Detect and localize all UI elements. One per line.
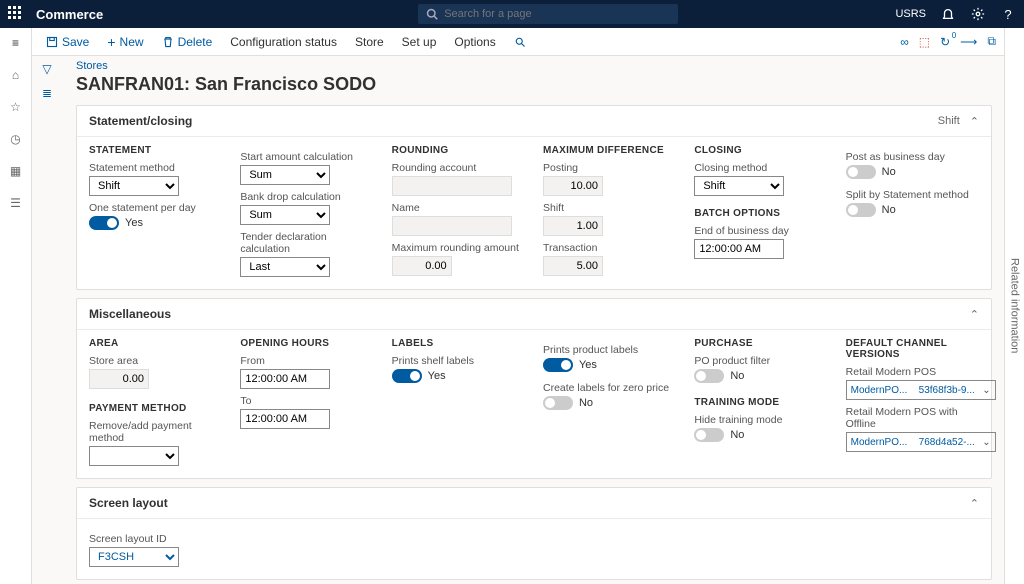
app-launcher-icon[interactable] [8,6,24,22]
delete-button[interactable]: Delete [154,32,221,52]
panel-statement: Statement/closing Shift STATEMENT Statem… [76,105,992,290]
posting-input[interactable] [543,176,603,196]
payment-method-select[interactable] [89,446,179,466]
start-calc-select[interactable]: Sum [240,165,330,185]
office-icon[interactable]: ⬚ [919,35,930,49]
max-rounding-input[interactable] [392,256,452,276]
closing-method-select[interactable]: Shift [694,176,784,196]
refresh-icon[interactable]: ↻0 [940,35,950,49]
burger-icon[interactable]: ≡ [12,36,19,50]
version-pos-offline-picker[interactable]: ModernPO...768d4a52-...⌄ [846,432,996,452]
search-icon [426,8,438,20]
page-title: SANFRAN01: San Francisco SODO [76,74,992,95]
command-bar: Save +New Delete Configuration status St… [0,28,1024,56]
chevron-up-icon [970,496,979,510]
save-button[interactable]: Save [38,32,97,52]
store-area-input[interactable] [89,369,149,389]
rounding-name [392,216,512,236]
po-filter-toggle[interactable]: No [694,369,827,383]
filter-bar: ▽ ≣ [32,56,62,106]
sort-icon[interactable]: ≣ [42,86,52,100]
list-icon[interactable]: ☰ [10,196,21,210]
one-statement-toggle[interactable]: Yes [89,216,222,230]
split-stmt-toggle[interactable]: No [846,203,979,217]
panel-statement-header[interactable]: Statement/closing Shift [77,106,991,137]
new-button[interactable]: +New [99,31,151,53]
main-content: Stores SANFRAN01: San Francisco SODO Sta… [32,56,1004,584]
left-rail: ≡ ⌂ ☆ ◷ ▦ ☰ [0,28,32,584]
tender-decl-select[interactable]: Last [240,257,330,277]
eob-input[interactable] [694,239,784,259]
bank-drop-select[interactable]: Sum [240,205,330,225]
brand-label: Commerce [36,7,103,22]
config-status-button[interactable]: Configuration status [222,32,345,52]
post-bus-day-toggle[interactable]: No [846,165,979,179]
panel-misc: Miscellaneous AREA Store area PAYMENT ME… [76,298,992,479]
breadcrumb[interactable]: Stores [76,60,992,72]
options-menu[interactable]: Options [446,32,503,52]
top-navbar: Commerce USRS ? [0,0,1024,28]
global-search[interactable] [418,4,678,24]
related-info-label[interactable]: Related information [1009,258,1021,353]
chevron-up-icon [970,114,979,128]
help-icon[interactable]: ? [1000,6,1016,22]
bell-icon[interactable] [940,6,956,22]
trans-input[interactable] [543,256,603,276]
rounding-account-input[interactable] [392,176,512,196]
shelf-labels-toggle[interactable]: Yes [392,369,525,383]
user-label[interactable]: USRS [895,8,926,20]
statement-method-select[interactable]: Shift [89,176,179,196]
home-icon[interactable]: ⌂ [12,68,19,82]
recent-icon[interactable]: ◷ [10,132,20,146]
popout-icon[interactable]: ⧉ [987,34,996,49]
gear-icon[interactable] [970,6,986,22]
panel-screen: Screen layout Screen layout ID F3CSH [76,487,992,580]
attach-icon[interactable]: ⟶ [960,35,977,49]
search-input[interactable] [444,8,670,20]
panel-misc-header[interactable]: Miscellaneous [77,299,991,330]
link-icon[interactable]: ∞ [900,35,909,49]
version-pos-picker[interactable]: ModernPO...53f68f3b-9...⌄ [846,380,996,400]
training-toggle[interactable]: No [694,428,827,442]
screen-layout-select[interactable]: F3CSH [89,547,179,567]
chevron-up-icon [970,307,979,321]
shift-input[interactable] [543,216,603,236]
zero-price-toggle[interactable]: No [543,396,676,410]
module-icon[interactable]: ▦ [10,164,21,178]
hours-from-input[interactable] [240,369,330,389]
star-icon[interactable]: ☆ [10,100,21,114]
panel-screen-header[interactable]: Screen layout [77,488,991,519]
filter-icon[interactable]: ▽ [42,62,51,76]
cmd-search-icon[interactable] [506,33,534,51]
right-rail[interactable]: Related information [1004,28,1024,584]
setup-menu[interactable]: Set up [394,32,445,52]
product-labels-toggle[interactable]: Yes [543,358,676,372]
hours-to-input[interactable] [240,409,330,429]
store-menu[interactable]: Store [347,32,392,52]
